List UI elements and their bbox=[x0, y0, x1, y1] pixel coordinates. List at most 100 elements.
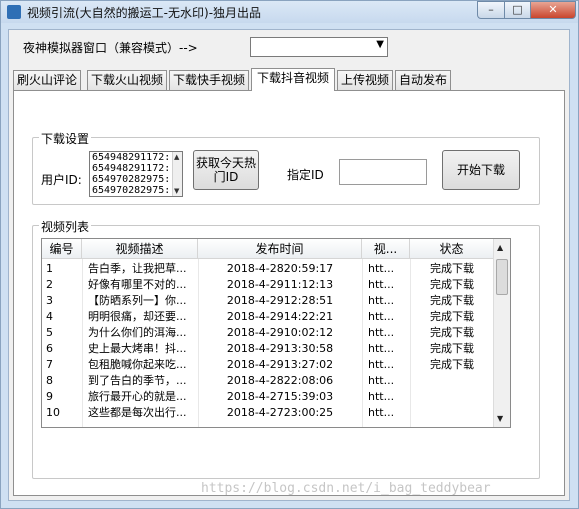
row-number: 3 bbox=[46, 294, 53, 307]
row-publish-time: 2018-4-2822:08:06 bbox=[226, 374, 334, 387]
maximize-button[interactable]: □ bbox=[504, 1, 531, 19]
row-description: 包租脆喊你起来吃... bbox=[88, 358, 187, 371]
main-client-area: 夜神模拟器窗口（兼容模式）--> ▼ 刷火山评论 下载火山视频 下载快手视频 下… bbox=[8, 29, 570, 501]
table-row[interactable]: 7 包租脆喊你起来吃... 2018-4-2913:27:02 htt... 完… bbox=[42, 357, 494, 373]
video-list-table[interactable]: 编号 视频描述 发布时间 视... 状态 1 告白季，让我把草... 2018-… bbox=[41, 238, 511, 428]
row-publish-time: 2018-4-2820:59:17 bbox=[226, 262, 334, 275]
user-id-item[interactable]: 654948291172: bbox=[90, 152, 182, 163]
table-row[interactable]: 4 明明很痛，却还要... 2018-4-2914:22:21 htt... 完… bbox=[42, 309, 494, 325]
row-description: 这些都是每次出行... bbox=[88, 406, 187, 419]
row-video-url: htt... bbox=[368, 358, 395, 371]
row-status: 完成下载 bbox=[430, 326, 474, 339]
row-description: 告白季，让我把草... bbox=[88, 262, 187, 275]
video-list-group: 视频列表 编号 视频描述 发布时间 视... 状态 1 告白季，让我把草... … bbox=[32, 218, 540, 479]
row-number: 7 bbox=[46, 358, 53, 371]
column-header-time[interactable]: 发布时间 bbox=[198, 239, 362, 259]
row-number: 9 bbox=[46, 390, 53, 403]
table-row[interactable]: 5 为什么你们的洱海... 2018-4-2910:02:12 htt... 完… bbox=[42, 325, 494, 341]
row-status: 完成下载 bbox=[430, 358, 474, 371]
title-bar[interactable]: 视频引流(大自然的搬运工-无水印)-独月出品 – □ ✕ bbox=[1, 1, 578, 23]
download-settings-group: 下载设置 用户ID: 654948291172: 654948291172: 6… bbox=[32, 130, 540, 205]
scroll-up-icon[interactable]: ▲ bbox=[497, 243, 503, 252]
row-description: 【防晒系列一】你... bbox=[88, 294, 187, 307]
scroll-down-icon[interactable]: ▼ bbox=[497, 414, 503, 423]
table-header: 编号 视频描述 发布时间 视... 状态 bbox=[42, 239, 494, 259]
tab-volcano-comments[interactable]: 刷火山评论 bbox=[13, 70, 81, 90]
row-video-url: htt... bbox=[368, 326, 395, 339]
video-list-label: 视频列表 bbox=[39, 218, 92, 235]
row-publish-time: 2018-4-2912:28:51 bbox=[226, 294, 334, 307]
user-id-list[interactable]: 654948291172: 654948291172: 654970282975… bbox=[89, 151, 183, 197]
close-button[interactable]: ✕ bbox=[530, 1, 576, 19]
table-row[interactable]: 1 告白季，让我把草... 2018-4-2820:59:17 htt... 完… bbox=[42, 261, 494, 277]
emulator-label: 夜神模拟器窗口（兼容模式）--> bbox=[23, 41, 198, 55]
row-status: 完成下载 bbox=[430, 278, 474, 291]
video-list-scrollbar[interactable]: ▲ ▼ bbox=[493, 239, 510, 427]
tab-panel-douyin: 下载设置 用户ID: 654948291172: 654948291172: 6… bbox=[13, 90, 565, 496]
tab-download-kuaishou[interactable]: 下载快手视频 bbox=[169, 70, 249, 90]
scrollbar-thumb[interactable] bbox=[496, 259, 508, 295]
table-row[interactable]: 2 好像有哪里不对的... 2018-4-2911:12:13 htt... 完… bbox=[42, 277, 494, 293]
download-settings-label: 下载设置 bbox=[39, 130, 92, 147]
blog-watermark: https://blog.csdn.net/i_bag_teddybear bbox=[201, 481, 491, 496]
row-description: 到了告白的季节，... bbox=[88, 374, 187, 387]
row-video-url: htt... bbox=[368, 294, 395, 307]
row-video-url: htt... bbox=[368, 406, 395, 419]
tab-upload-video[interactable]: 上传视频 bbox=[337, 70, 393, 90]
row-video-url: htt... bbox=[368, 374, 395, 387]
row-video-url: htt... bbox=[368, 310, 395, 323]
row-status bbox=[410, 373, 494, 389]
row-status bbox=[410, 405, 494, 421]
row-publish-time: 2018-4-2913:27:02 bbox=[226, 358, 334, 371]
table-row[interactable]: 6 史上最大烤串！抖... 2018-4-2913:30:58 htt... 完… bbox=[42, 341, 494, 357]
user-id-item[interactable]: 654970282975: bbox=[90, 185, 182, 196]
user-id-label: 用户ID: bbox=[41, 173, 82, 187]
row-status: 完成下载 bbox=[430, 342, 474, 355]
row-description: 明明很痛，却还要... bbox=[88, 310, 187, 323]
user-id-item[interactable]: 654948291172: bbox=[90, 163, 182, 174]
row-number: 1 bbox=[46, 262, 53, 275]
row-video-url: htt... bbox=[368, 262, 395, 275]
row-description: 史上最大烤串！抖... bbox=[88, 342, 187, 355]
user-id-item[interactable]: 654970282975: bbox=[90, 174, 182, 185]
column-header-desc[interactable]: 视频描述 bbox=[82, 239, 198, 259]
table-row[interactable]: 9 旅行最开心的就是... 2018-4-2715:39:03 htt... bbox=[42, 389, 494, 405]
row-status: 完成下载 bbox=[430, 262, 474, 275]
row-video-url: htt... bbox=[368, 390, 395, 403]
row-video-url: htt... bbox=[368, 342, 395, 355]
column-header-status[interactable]: 状态 bbox=[410, 239, 494, 259]
tab-download-volcano[interactable]: 下载火山视频 bbox=[87, 70, 167, 90]
row-number: 8 bbox=[46, 374, 53, 387]
app-icon bbox=[7, 5, 21, 19]
get-hot-id-button[interactable]: 获取今天热门ID bbox=[193, 150, 259, 190]
table-row[interactable]: 10 这些都是每次出行... 2018-4-2723:00:25 htt... bbox=[42, 405, 494, 421]
start-download-button[interactable]: 开始下载 bbox=[442, 150, 520, 190]
row-number: 2 bbox=[46, 278, 53, 291]
table-row[interactable]: 8 到了告白的季节，... 2018-4-2822:08:06 htt... bbox=[42, 373, 494, 389]
specified-id-input[interactable] bbox=[339, 159, 427, 185]
user-id-scrollbar[interactable]: ▲ ▼ bbox=[172, 152, 182, 196]
row-description: 为什么你们的洱海... bbox=[88, 326, 187, 339]
specified-id-label: 指定ID bbox=[287, 168, 324, 182]
tab-auto-publish[interactable]: 自动发布 bbox=[395, 70, 451, 90]
emulator-select[interactable]: ▼ bbox=[250, 37, 388, 57]
scroll-up-icon[interactable]: ▲ bbox=[174, 153, 179, 161]
row-publish-time: 2018-4-2913:30:58 bbox=[226, 342, 334, 355]
scroll-down-icon[interactable]: ▼ bbox=[174, 187, 179, 195]
tab-download-douyin[interactable]: 下载抖音视频 bbox=[251, 68, 335, 91]
chevron-down-icon[interactable]: ▼ bbox=[376, 39, 384, 50]
minimize-button[interactable]: – bbox=[477, 1, 505, 19]
row-publish-time: 2018-4-2910:02:12 bbox=[226, 326, 334, 339]
row-status: 完成下载 bbox=[430, 294, 474, 307]
row-publish-time: 2018-4-2723:00:25 bbox=[226, 406, 334, 419]
column-header-no[interactable]: 编号 bbox=[42, 239, 82, 259]
row-publish-time: 2018-4-2914:22:21 bbox=[226, 310, 334, 323]
row-status bbox=[410, 389, 494, 405]
app-window: 视频引流(大自然的搬运工-无水印)-独月出品 – □ ✕ 夜神模拟器窗口（兼容模… bbox=[0, 0, 579, 509]
row-number: 6 bbox=[46, 342, 53, 355]
row-status: 完成下载 bbox=[430, 310, 474, 323]
column-header-url[interactable]: 视... bbox=[362, 239, 410, 259]
row-description: 旅行最开心的就是... bbox=[88, 390, 187, 403]
row-number: 4 bbox=[46, 310, 53, 323]
table-row[interactable]: 3 【防晒系列一】你... 2018-4-2912:28:51 htt... 完… bbox=[42, 293, 494, 309]
